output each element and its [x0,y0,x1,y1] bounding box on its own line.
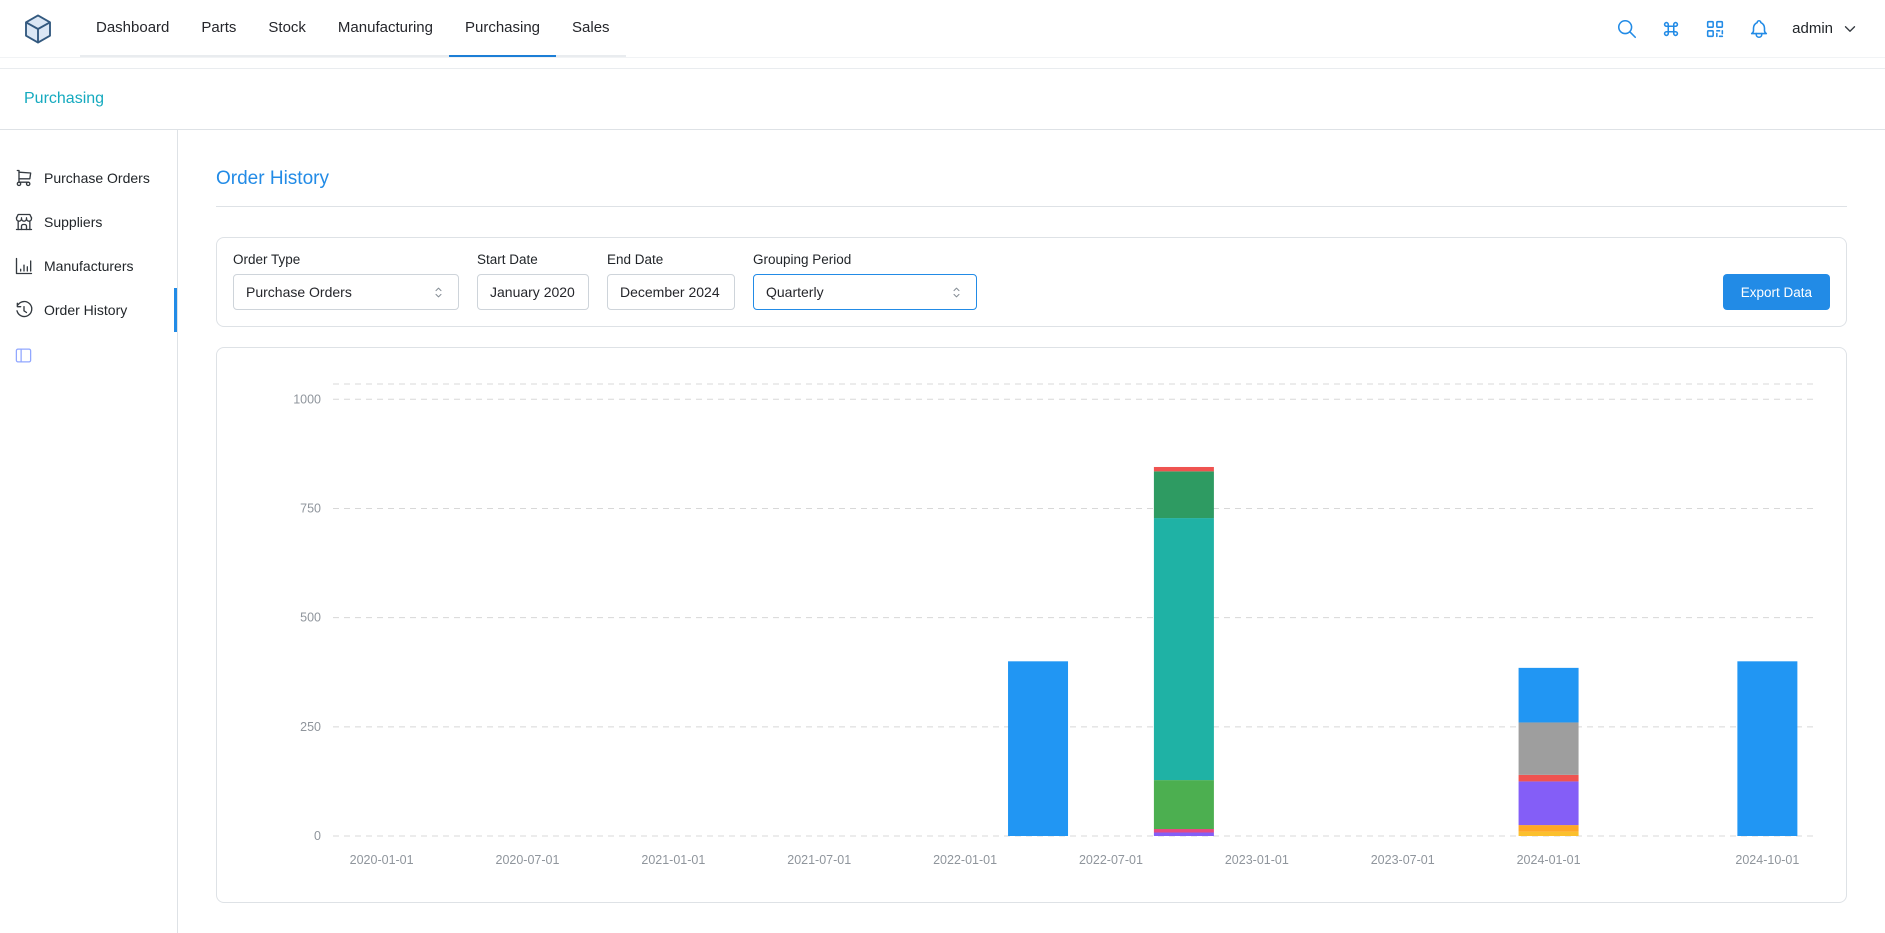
title-divider [216,206,1847,207]
username: admin [1792,20,1833,37]
history-icon [14,300,34,320]
order-type-select[interactable]: Purchase Orders [233,274,459,310]
end-date-field: End Date [607,252,735,310]
tab-parts[interactable]: Parts [185,0,252,57]
tab-sales[interactable]: Sales [556,0,626,57]
grouping-period-field: Grouping Period Quarterly [753,252,977,310]
svg-text:2020-01-01: 2020-01-01 [350,853,414,867]
top-navbar: Dashboard Parts Stock Manufacturing Purc… [0,0,1885,58]
tab-dashboard[interactable]: Dashboard [80,0,185,57]
svg-text:750: 750 [300,501,321,515]
navbar-actions: admin [1616,0,1863,57]
grouping-period-select[interactable]: Quarterly [753,274,977,310]
app-logo[interactable] [22,13,54,45]
end-date-label: End Date [607,252,735,267]
search-icon[interactable] [1616,18,1638,40]
sidebar-item-label: Suppliers [44,214,102,230]
shopping-cart-icon [14,168,34,188]
svg-text:2020-07-01: 2020-07-01 [496,853,560,867]
start-date-label: Start Date [477,252,589,267]
sidebar: Purchase Orders Suppliers Manufacturers … [0,130,178,933]
sidebar-collapse-icon[interactable] [14,346,177,365]
sidebar-item-suppliers[interactable]: Suppliers [0,200,177,244]
chevron-down-icon [1841,20,1859,38]
scan-icon[interactable] [1704,18,1726,40]
end-date-input[interactable] [607,274,735,310]
sidebar-item-label: Order History [44,302,127,318]
start-date-input[interactable] [477,274,589,310]
svg-text:2024-10-01: 2024-10-01 [1735,853,1799,867]
order-type-label: Order Type [233,252,459,267]
sidebar-item-label: Purchase Orders [44,170,150,186]
breadcrumb-bar: Purchasing [0,68,1885,130]
svg-text:2021-07-01: 2021-07-01 [787,853,851,867]
building-store-icon [14,212,34,232]
order-type-field: Order Type Purchase Orders [233,252,459,310]
main-tabs: Dashboard Parts Stock Manufacturing Purc… [80,0,626,57]
svg-text:1000: 1000 [293,392,321,406]
order-type-value: Purchase Orders [246,284,352,300]
tab-purchasing[interactable]: Purchasing [449,0,556,57]
command-icon[interactable] [1660,18,1682,40]
bell-icon[interactable] [1748,18,1770,40]
svg-text:2023-07-01: 2023-07-01 [1371,853,1435,867]
filter-panel: Order Type Purchase Orders Start Date En… [216,237,1847,327]
chart-histogram-icon [14,256,34,276]
breadcrumb[interactable]: Purchasing [24,90,104,107]
svg-text:2024-01-01: 2024-01-01 [1517,853,1581,867]
tab-manufacturing[interactable]: Manufacturing [322,0,449,57]
start-date-field: Start Date [477,252,589,310]
main-panel: Order History Order Type Purchase Orders… [178,130,1885,933]
sidebar-item-order-history[interactable]: Order History [0,288,177,332]
chevron-up-down-icon [949,285,964,300]
svg-text:2021-01-01: 2021-01-01 [641,853,705,867]
svg-text:2022-01-01: 2022-01-01 [933,853,997,867]
sidebar-item-purchase-orders[interactable]: Purchase Orders [0,156,177,200]
order-history-chart: 0 250 500 750 1000 2020-01-01 2020-07-01 2021-0… [225,358,1838,894]
svg-text:500: 500 [300,611,321,625]
export-data-button[interactable]: Export Data [1723,274,1830,310]
chevron-up-down-icon [431,285,446,300]
svg-text:2023-01-01: 2023-01-01 [1225,853,1289,867]
svg-text:250: 250 [300,720,321,734]
grouping-period-value: Quarterly [766,284,824,300]
svg-text:0: 0 [314,829,321,843]
sidebar-item-label: Manufacturers [44,258,133,274]
tab-stock[interactable]: Stock [252,0,322,57]
user-menu[interactable]: admin [1792,20,1859,38]
grouping-period-label: Grouping Period [753,252,977,267]
sidebar-item-manufacturers[interactable]: Manufacturers [0,244,177,288]
chart-card: 0 250 500 750 1000 2020-01-01 2020-07-01 2021-0… [216,347,1847,903]
svg-text:2022-07-01: 2022-07-01 [1079,853,1143,867]
page-title: Order History [216,168,1847,190]
